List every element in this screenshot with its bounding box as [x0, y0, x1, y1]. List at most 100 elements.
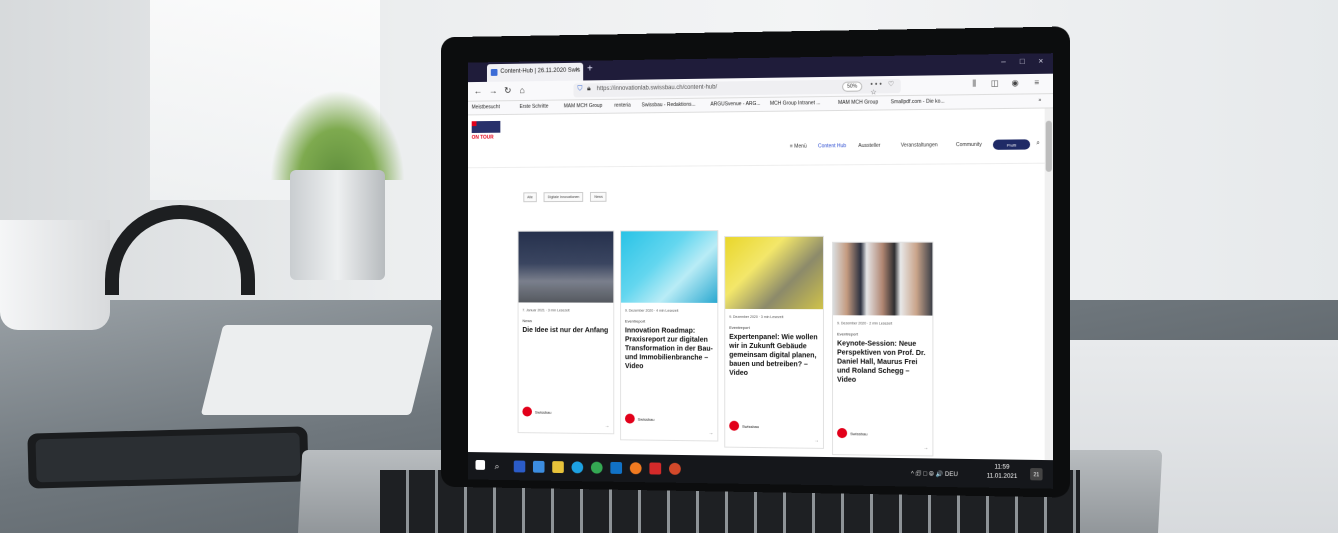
- article-meta: 9. Dezember 2020 · 4 min Lesezeit: [624, 308, 679, 313]
- skype-icon[interactable]: [571, 461, 584, 474]
- tab-title: Content-Hub | 26.11.2020 Swis: [500, 67, 581, 75]
- bookmark-item[interactable]: MCH Group Intranet ...: [770, 100, 821, 107]
- article-card[interactable]: 9. Dezember 2020 · 3 min Lesezeit Eventr…: [724, 235, 824, 449]
- article-card[interactable]: 7. Januar 2021 · 3 min Lesezeit News Die…: [517, 230, 615, 435]
- filter-chip-news[interactable]: News: [590, 191, 607, 202]
- site-header: ON TOUR ≡ Menü Content Hub Aussteller Ve…: [467, 108, 1045, 169]
- article-title[interactable]: Expertenpanel: Wie wollen wir in Zukunft…: [729, 333, 821, 379]
- file-explorer-icon[interactable]: [552, 461, 564, 474]
- maximize-button[interactable]: □: [1020, 57, 1025, 66]
- search-icon[interactable]: ⌕: [1036, 140, 1040, 147]
- reload-icon[interactable]: ↻: [504, 85, 511, 96]
- arrow-right-icon[interactable]: →: [708, 430, 713, 436]
- filter-chip-digital[interactable]: Digitale Innovationen: [543, 192, 584, 203]
- powerpoint-icon[interactable]: [669, 462, 681, 475]
- search-icon[interactable]: ⌕: [495, 461, 500, 472]
- swissbau-logo-icon: [522, 406, 533, 417]
- article-title[interactable]: Die Idee ist nur der Anfang: [522, 326, 611, 335]
- arrow-right-icon[interactable]: →: [605, 423, 610, 429]
- bookmark-item[interactable]: Erste Schritte: [520, 104, 549, 110]
- bookmark-item[interactable]: MAM MCH Group: [564, 103, 603, 109]
- bookmark-item[interactable]: ARGUSvenue - ARG...: [710, 101, 760, 108]
- swissbau-logo-icon: [837, 427, 848, 439]
- article-title[interactable]: Keynote-Session: Neue Perspektiven von P…: [837, 339, 930, 385]
- tab-favicon-icon: [490, 68, 498, 76]
- firefox-icon[interactable]: [629, 462, 642, 475]
- address-bar[interactable]: ⛉ 🔒︎ https://innovationlab.swissbau.ch/c…: [573, 78, 901, 98]
- filter-chip-all[interactable]: Alle: [523, 192, 537, 203]
- forward-icon[interactable]: →: [489, 86, 498, 96]
- outlook-mail-icon[interactable]: [610, 461, 623, 474]
- windows-start-icon[interactable]: [475, 459, 486, 470]
- article-card[interactable]: 9. Dezember 2020 · 2 min Lesezeit Eventr…: [832, 241, 934, 457]
- laptop-screen: Content-Hub | 26.11.2020 Swis × + – □ × …: [467, 53, 1053, 489]
- article-brand: Swissbau: [850, 431, 868, 437]
- article-category: Eventreport: [837, 331, 858, 337]
- bookmark-item[interactable]: Swissbau - Redaktions...: [642, 102, 696, 109]
- bookmark-item[interactable]: MAM MCH Group: [838, 99, 878, 106]
- nav-veranstaltungen[interactable]: Veranstaltungen: [901, 142, 938, 148]
- scrollbar-thumb[interactable]: [1045, 120, 1052, 172]
- filter-bar: Alle Digitale Innovationen News: [523, 185, 609, 203]
- smartphone-screen: [35, 432, 301, 483]
- article-card[interactable]: 9. Dezember 2020 · 4 min Lesezeit Eventr…: [620, 230, 719, 442]
- bookmark-item[interactable]: Meistbesucht: [472, 104, 500, 110]
- tab-close-icon[interactable]: ×: [575, 67, 579, 74]
- minimize-button[interactable]: –: [1001, 57, 1006, 66]
- new-tab-button[interactable]: +: [587, 64, 593, 75]
- bookmark-item[interactable]: renteria: [614, 103, 631, 109]
- shield-icon[interactable]: ⛉: [577, 85, 582, 93]
- article-meta: 7. Januar 2021 · 3 min Lesezeit: [522, 308, 570, 313]
- logo-accent: [471, 121, 477, 127]
- page-actions[interactable]: ••• ♡ ☆: [870, 80, 900, 96]
- url-text: https://innovationlab.swissbau.ch/conten…: [596, 84, 718, 93]
- article-title[interactable]: Innovation Roadmap: Praxisreport zur dig…: [625, 326, 715, 371]
- article-image: [833, 242, 933, 316]
- swissbau-logo-icon: [624, 413, 635, 424]
- logo-tagline: ON TOUR: [471, 134, 494, 141]
- word-icon[interactable]: [513, 460, 526, 473]
- article-category: News: [522, 318, 533, 324]
- nav-menu[interactable]: ≡ Menü: [790, 143, 807, 149]
- article-brand: Swissbau: [534, 409, 552, 415]
- acrobat-icon[interactable]: [649, 462, 662, 475]
- taskbar-clock[interactable]: 11:59 11.01.2021: [987, 463, 1018, 482]
- menu-icon[interactable]: ≡: [1034, 78, 1039, 87]
- nav-content-hub[interactable]: Content Hub: [818, 143, 846, 149]
- nav-aussteller[interactable]: Aussteller: [858, 143, 880, 149]
- outlook-icon[interactable]: [532, 460, 545, 473]
- notification-center-icon[interactable]: 21: [1030, 468, 1043, 481]
- plant-leaves: [270, 90, 405, 180]
- close-window-button[interactable]: ×: [1038, 56, 1043, 65]
- swissbau-logo-icon: [729, 420, 740, 431]
- smartphone: [27, 426, 309, 489]
- extension-icon[interactable]: ◉: [1011, 78, 1018, 87]
- library-icon[interactable]: ⫼: [972, 79, 976, 89]
- article-brand: Swissbau: [637, 416, 655, 422]
- zoom-level[interactable]: 50%: [842, 81, 863, 92]
- page-scrollbar[interactable]: [1044, 108, 1053, 461]
- arrow-right-icon[interactable]: →: [923, 445, 928, 451]
- browser-tab[interactable]: Content-Hub | 26.11.2020 Swis ×: [486, 62, 584, 82]
- nav-community[interactable]: Community: [956, 142, 982, 148]
- arrow-right-icon[interactable]: →: [814, 438, 819, 444]
- bookmarks-overflow-icon[interactable]: »: [1038, 97, 1041, 103]
- clock-time: 11:59: [994, 464, 1010, 471]
- system-tray[interactable]: ^ 🗊 ◻ ⦾ 🔊 DEU: [911, 469, 958, 480]
- chrome-icon[interactable]: [590, 461, 603, 474]
- coffee-mug: [0, 220, 110, 330]
- article-category: Eventreport: [729, 324, 750, 330]
- article-image: [725, 236, 823, 310]
- home-icon[interactable]: ⌂: [520, 85, 525, 95]
- desk-keyboard: [200, 325, 434, 415]
- sidebar-icon[interactable]: ◫: [991, 79, 999, 88]
- site-logo[interactable]: [471, 120, 501, 133]
- back-icon[interactable]: ←: [474, 86, 483, 96]
- article-category: Eventreport: [624, 318, 646, 324]
- plant-pot: [290, 170, 385, 280]
- article-meta: 9. Dezember 2020 · 2 min Lesezeit: [837, 321, 893, 326]
- bookmark-item[interactable]: Smallpdf.com - Die ko...: [891, 99, 945, 106]
- article-brand: Swissbau: [742, 423, 760, 430]
- article-image: [518, 231, 614, 303]
- profile-button[interactable]: Profil: [992, 139, 1031, 150]
